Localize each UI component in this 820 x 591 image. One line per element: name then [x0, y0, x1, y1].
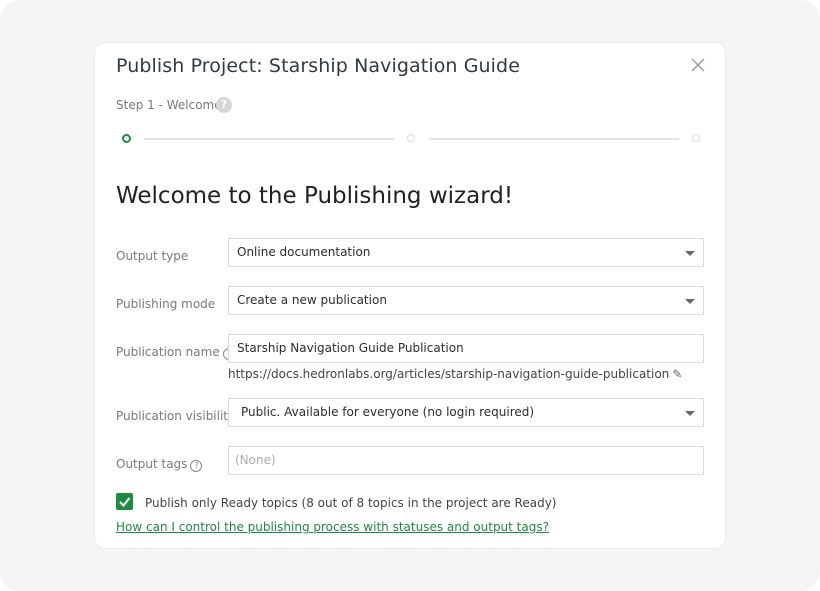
publication-name-input[interactable]: Starship Navigation Guide Publication: [228, 334, 704, 363]
output-type-label: Output type: [116, 249, 189, 263]
wizard-heading: Welcome to the Publishing wizard!: [116, 183, 514, 209]
publishing-mode-select[interactable]: Create a new publication: [228, 286, 704, 315]
help-link[interactable]: How can I control the publishing process…: [116, 520, 549, 534]
publishing-mode-label: Publishing mode: [116, 297, 216, 311]
publish-ready-checkbox[interactable]: [116, 493, 133, 510]
step-label: Step 1 - Welcome: [116, 98, 222, 112]
output-type-value: Online documentation: [237, 245, 371, 259]
publication-url: https://docs.hedronlabs.org/articles/sta…: [228, 367, 682, 381]
publish-ready-label[interactable]: Publish only Ready topics (8 out of 8 to…: [145, 496, 557, 510]
output-tags-input[interactable]: (None): [228, 446, 704, 475]
stepper-line: [144, 138, 394, 140]
output-tags-label: Output tags?: [116, 457, 203, 472]
close-icon: [691, 58, 705, 72]
pencil-icon[interactable]: ✎: [672, 367, 682, 381]
publish-dialog: Publish Project: Starship Navigation Gui…: [95, 43, 725, 548]
step-1-dot: [122, 134, 131, 143]
publication-name-label: Publication name?: [116, 345, 235, 360]
chevron-down-icon: [685, 299, 695, 304]
output-type-select[interactable]: Online documentation: [228, 238, 704, 267]
publication-visibility-select[interactable]: Public. Available for everyone (no login…: [228, 398, 704, 427]
help-icon[interactable]: ?: [190, 460, 203, 472]
close-button[interactable]: [690, 57, 706, 73]
publishing-mode-value: Create a new publication: [237, 293, 387, 307]
dialog-title: Publish Project: Starship Navigation Gui…: [116, 55, 521, 77]
stepper-line: [429, 138, 679, 140]
output-tags-placeholder: (None): [235, 453, 276, 467]
publication-name-value: Starship Navigation Guide Publication: [237, 341, 464, 355]
step-2-dot: [407, 134, 415, 142]
checkmark-icon: [119, 497, 131, 507]
publication-url-text: https://docs.hedronlabs.org/articles/sta…: [228, 367, 670, 381]
wizard-stepper: [120, 133, 705, 145]
publication-visibility-value: Public. Available for everyone (no login…: [241, 405, 535, 419]
publication-name-label-text: Publication name: [116, 345, 220, 359]
step-3-dot: [692, 134, 700, 142]
publication-visibility-label: Publication visibility: [116, 409, 236, 423]
output-tags-label-text: Output tags: [116, 457, 188, 471]
chevron-down-icon: [685, 411, 695, 416]
step-help-icon[interactable]: ?: [216, 97, 232, 113]
chevron-down-icon: [685, 251, 695, 256]
